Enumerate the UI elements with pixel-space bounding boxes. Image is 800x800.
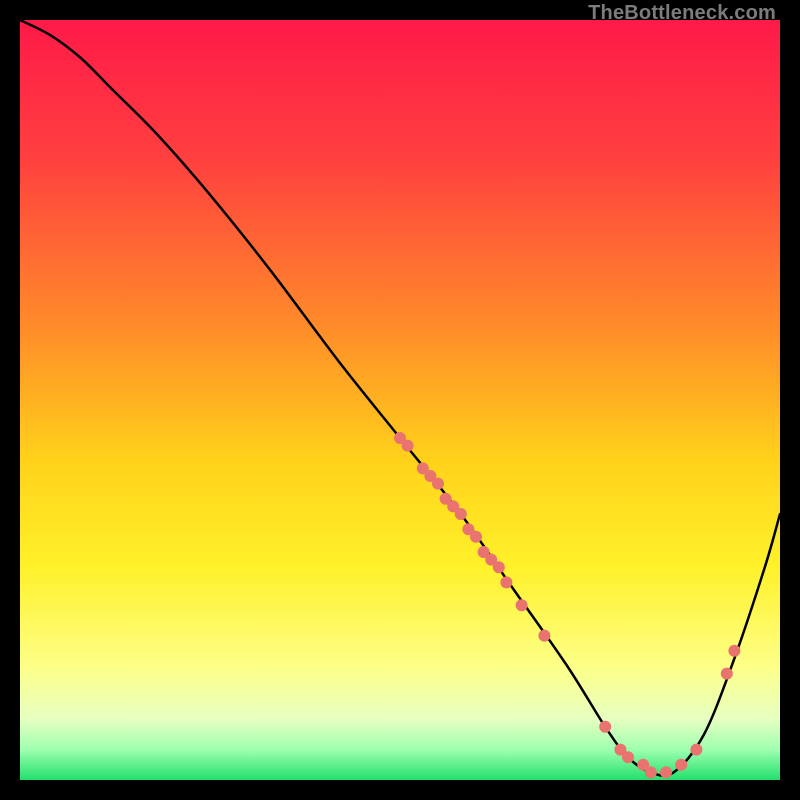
sample-point	[432, 478, 444, 490]
sample-point	[516, 599, 528, 611]
watermark-text: TheBottleneck.com	[588, 2, 776, 25]
sample-point	[675, 759, 687, 771]
sample-point	[728, 645, 740, 657]
sample-point	[660, 766, 672, 778]
sample-point	[500, 576, 512, 588]
sample-point	[622, 751, 634, 763]
sample-point	[493, 561, 505, 573]
chart-svg	[20, 20, 780, 780]
sample-point	[721, 668, 733, 680]
chart-frame	[20, 20, 780, 780]
sample-point	[455, 508, 467, 520]
sample-point	[645, 766, 657, 778]
sample-point	[690, 744, 702, 756]
sample-point	[538, 630, 550, 642]
sample-point	[470, 531, 482, 543]
sample-point	[402, 440, 414, 452]
sample-point	[599, 721, 611, 733]
gradient-background	[20, 20, 780, 780]
